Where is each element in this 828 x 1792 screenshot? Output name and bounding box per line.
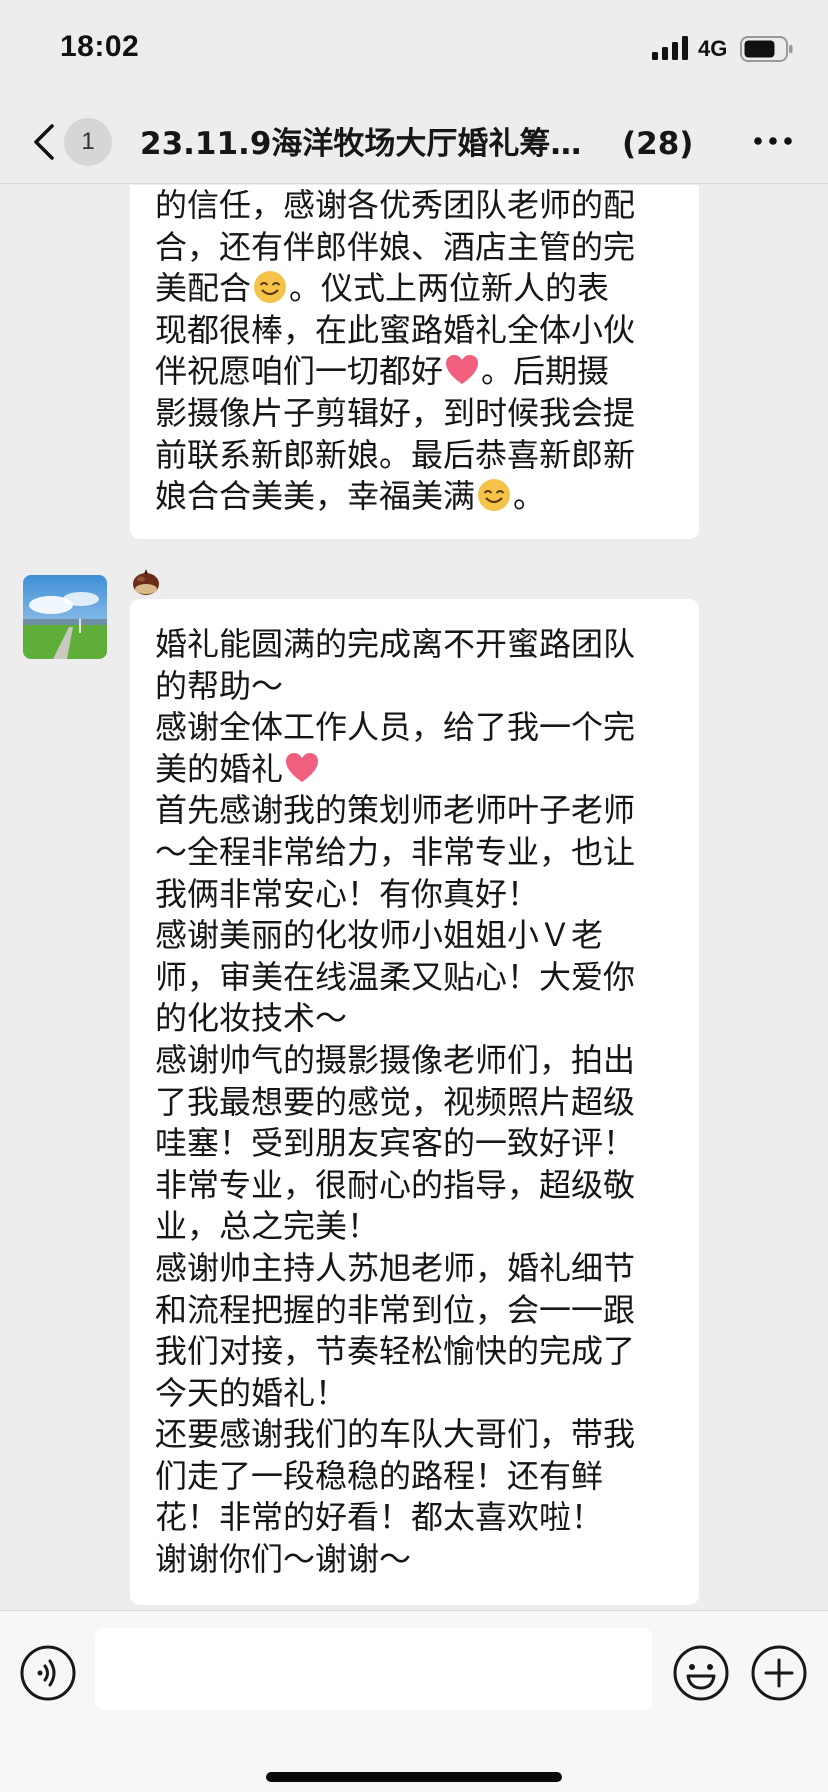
emoji-icon[interactable] bbox=[672, 1644, 730, 1702]
landscape-avatar bbox=[23, 575, 107, 659]
unread-count-badge[interactable]: 1 bbox=[64, 118, 112, 166]
message-input[interactable] bbox=[95, 1628, 652, 1710]
chat-message-list[interactable]: 的信任，感谢各优秀团队老师的配 合，还有伴郎伴娘、酒店主管的完 美配合 。仪式上两位新… bbox=[0, 185, 828, 1610]
message-line: 我们对接，节奏轻松愉快的完成了 bbox=[155, 1332, 636, 1371]
message-line: 还要感谢我们的车队大哥们，带我 bbox=[155, 1415, 636, 1454]
status-bar: 18:02 4G bbox=[0, 0, 828, 100]
message-line: 们走了一段稳稳的路程！还有鲜 bbox=[155, 1456, 604, 1495]
message-line: 伴祝愿咱们一切都好 。后期摄 bbox=[155, 352, 610, 391]
smile-emoji-icon bbox=[254, 271, 287, 304]
chevron-left-icon[interactable] bbox=[28, 120, 60, 164]
message-line: 影摄像片子剪辑好，到时候我会提 bbox=[155, 393, 636, 432]
message-line: 花！非常的好看！都太喜欢啦！ bbox=[155, 1498, 604, 1537]
heart-emoji-icon bbox=[446, 355, 479, 385]
plus-icon[interactable] bbox=[750, 1644, 808, 1702]
message-line: 前联系新郎新娘。最后恭喜新郎新 bbox=[155, 435, 636, 474]
message-line: 的信任，感谢各优秀团队老师的配 bbox=[155, 186, 636, 224]
heart-emoji-icon bbox=[286, 752, 319, 782]
more-dots-icon[interactable] bbox=[752, 124, 794, 158]
network-type: 4G bbox=[698, 36, 728, 61]
message-bubble[interactable]: 的信任，感谢各优秀团队老师的配 合，还有伴郎伴娘、酒店主管的完 美配合 。仪式上两位新… bbox=[130, 185, 699, 539]
signal-icon bbox=[652, 36, 688, 60]
message-line: 合，还有伴郎伴娘、酒店主管的完 bbox=[155, 227, 636, 266]
avatar[interactable] bbox=[23, 575, 107, 659]
chestnut-icon bbox=[133, 569, 159, 595]
message-line: 婚礼能圆满的完成离不开蜜路团队 bbox=[155, 625, 636, 663]
message-line: 业，总之完美！ bbox=[155, 1207, 380, 1246]
message-line: 美的婚礼 bbox=[155, 749, 681, 791]
message-bubble[interactable]: 婚礼能圆满的完成离不开蜜路团队 的帮助～ 感谢全体工作人员，给了我一个完 美的婚礼 首先… bbox=[130, 599, 699, 1605]
smile-emoji-icon bbox=[478, 479, 511, 512]
message-line: 非常专业，很耐心的指导，超级敬 bbox=[155, 1165, 636, 1204]
message-line: 首先感谢我的策划师老师叶子老师 bbox=[155, 791, 636, 830]
message-line: 我俩非常安心！有你真好！ bbox=[155, 874, 540, 913]
member-count: (28) bbox=[622, 126, 694, 162]
message-line: 感谢全体工作人员，给了我一个完 bbox=[155, 708, 636, 747]
message-line: 和流程把握的非常到位，会一一跟 bbox=[155, 1290, 636, 1329]
voice-icon[interactable] bbox=[19, 1644, 77, 1702]
message-line: 现都很棒，在此蜜路婚礼全体小伙 bbox=[155, 310, 636, 349]
chat-title[interactable]: 23.11.9海洋牧场大厅婚礼筹… bbox=[140, 124, 605, 164]
message-line: 谢谢你们～谢谢～ bbox=[155, 1540, 412, 1579]
message-line: ～全程非常给力，非常专业，也让 bbox=[155, 832, 636, 871]
message-line: 感谢帅气的摄影摄像老师们，拍出 bbox=[155, 1040, 636, 1079]
status-time: 18:02 bbox=[60, 30, 140, 63]
message-line: 师，审美在线温柔又贴心！大爱你 bbox=[155, 957, 636, 996]
message-line: 感谢帅主持人苏旭老师，婚礼细节 bbox=[155, 1248, 636, 1287]
message-line: 美配合 。仪式上两位新人的表 bbox=[155, 269, 610, 308]
message-line: 今天的婚礼！ bbox=[155, 1373, 348, 1412]
home-indicator[interactable] bbox=[266, 1772, 562, 1782]
message-line: 娘合合美美，幸福美满。 bbox=[155, 477, 546, 516]
message-line: 感谢美丽的化妆师小姐姐小Ｖ老 bbox=[155, 916, 604, 955]
message-line: 哇塞！受到朋友宾客的一致好评！ bbox=[155, 1124, 636, 1163]
input-bar bbox=[0, 1610, 828, 1792]
message-line: 的帮助～ bbox=[155, 666, 284, 705]
message-line: 的化妆技术～ bbox=[155, 999, 348, 1038]
message-line: 了我最想要的感觉，视频照片超级 bbox=[155, 1082, 636, 1121]
battery-icon bbox=[740, 36, 793, 62]
